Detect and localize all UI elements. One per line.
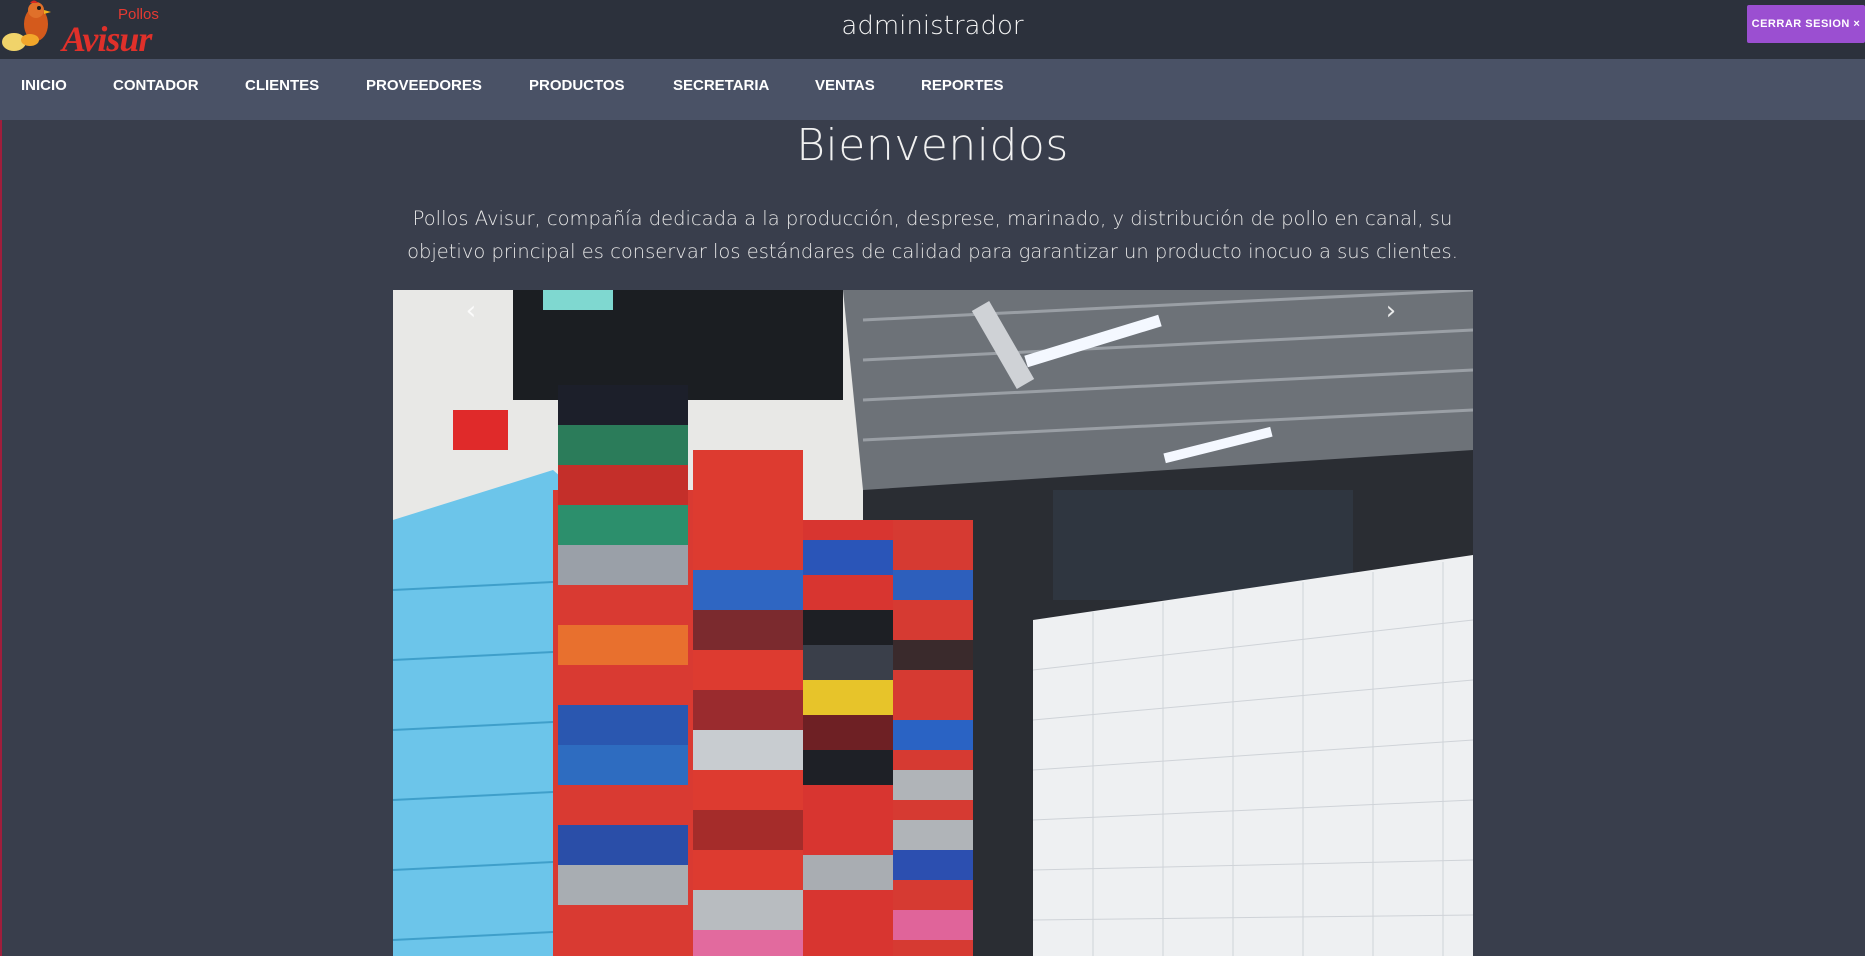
nav-item-reportes[interactable]: REPORTES xyxy=(921,77,1004,94)
intro-paragraph: Pollos Avisur, compañía dedicada a la pr… xyxy=(407,207,1458,263)
nav-item-productos[interactable]: PRODUCTOS xyxy=(529,77,625,94)
nav-item-inicio[interactable]: INICIO xyxy=(21,77,67,94)
nav-item-secretaria[interactable]: SECRETARIA xyxy=(673,77,769,94)
nav-item-clientes[interactable]: CLIENTES xyxy=(245,77,319,94)
nav-item-contador[interactable]: CONTADOR xyxy=(113,77,199,94)
logout-button[interactable]: CERRAR SESION × xyxy=(1747,5,1865,43)
carousel-prev-button[interactable]: ‹ xyxy=(456,296,486,326)
top-bar: Pollos Avisur administrador CERRAR SESIO… xyxy=(0,0,1865,59)
main-nav: INICIO CONTADOR CLIENTES PROVEEDORES PRO… xyxy=(0,59,1865,120)
page-title: administrador xyxy=(841,11,1024,41)
nav-item-proveedores[interactable]: PROVEEDORES xyxy=(366,77,482,94)
carousel-photo-crates xyxy=(393,290,1473,956)
nav-item-ventas[interactable]: VENTAS xyxy=(815,77,875,94)
carousel-next-button[interactable]: › xyxy=(1376,296,1406,326)
image-carousel[interactable]: ‹ › xyxy=(393,290,1473,956)
welcome-heading: Bienvenidos xyxy=(796,120,1069,171)
